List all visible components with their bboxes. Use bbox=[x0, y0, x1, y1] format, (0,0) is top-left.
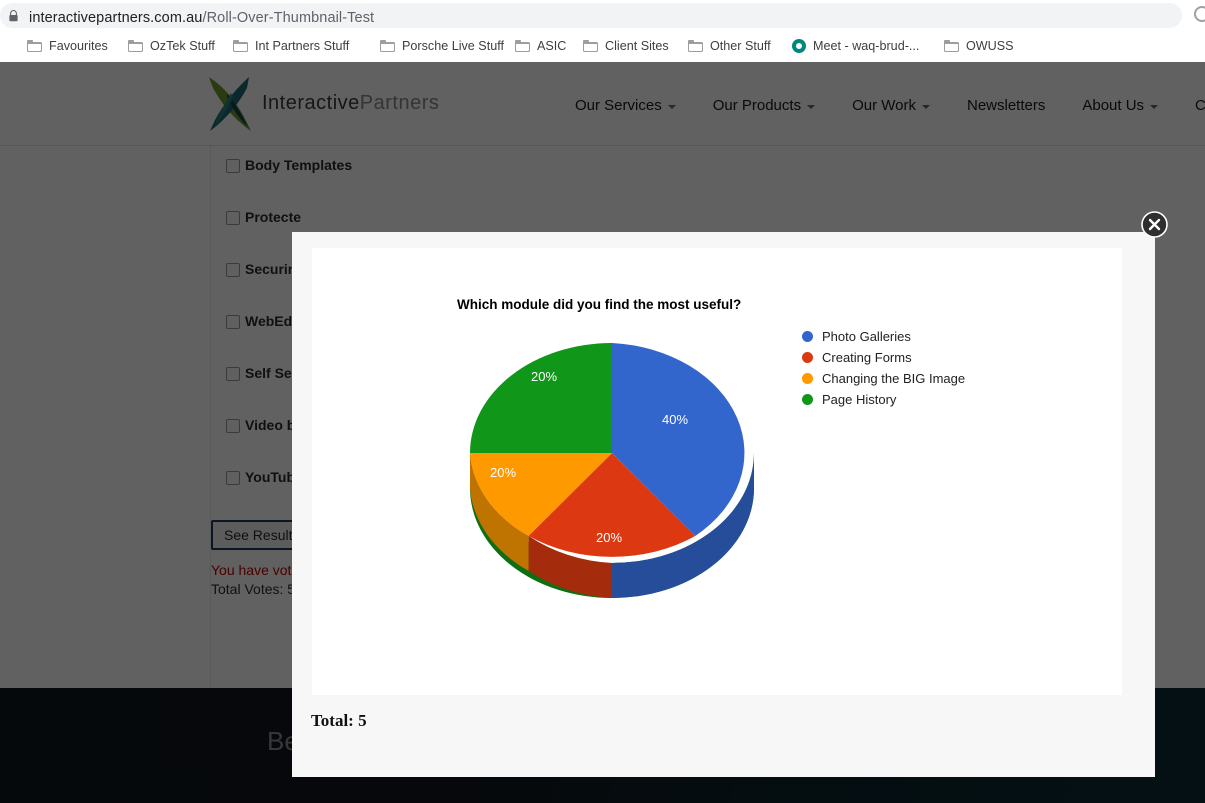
bookmark-label: Client Sites bbox=[605, 39, 669, 53]
legend-color-swatch bbox=[802, 331, 813, 342]
bookmark-label: Meet - waq-brud-... bbox=[813, 39, 919, 53]
bookmark-label: ASIC bbox=[537, 39, 566, 53]
address-bar[interactable]: interactivepartners.com.au/Roll-Over-Thu… bbox=[0, 3, 1182, 28]
bookmark-item-favourites[interactable]: Favourites bbox=[27, 30, 108, 62]
folder-icon bbox=[380, 40, 395, 52]
bookmark-label: Favourites bbox=[49, 39, 108, 53]
bookmark-label: Other Stuff bbox=[710, 39, 771, 53]
browser-chrome: interactivepartners.com.au/Roll-Over-Thu… bbox=[0, 0, 1205, 62]
pie-label-changing-big-image: 20% bbox=[490, 465, 516, 480]
bookmark-item-owuss[interactable]: OWUSS bbox=[944, 30, 1014, 62]
bookmark-item-meet[interactable]: Meet - waq-brud-... bbox=[792, 30, 919, 62]
pie-label-page-history: 20% bbox=[531, 369, 557, 384]
bookmark-label: Porsche Live Stuff bbox=[402, 39, 504, 53]
chart-panel: Which module did you find the most usefu… bbox=[312, 248, 1122, 695]
bookmark-item-oztek-stuff[interactable]: OzTek Stuff bbox=[128, 30, 215, 62]
bookmark-label: OWUSS bbox=[966, 39, 1014, 53]
pie-label-creating-forms: 20% bbox=[596, 530, 622, 545]
chart-modal: Which module did you find the most usefu… bbox=[292, 232, 1155, 777]
folder-icon bbox=[128, 40, 143, 52]
folder-icon bbox=[944, 40, 959, 52]
modal-total-label: Total: 5 bbox=[311, 711, 367, 731]
legend-label: Creating Forms bbox=[822, 350, 912, 365]
legend-color-swatch bbox=[802, 352, 813, 363]
close-icon[interactable] bbox=[1141, 211, 1168, 238]
bookmark-item-asic[interactable]: ASIC bbox=[515, 30, 566, 62]
chart-title: Which module did you find the most usefu… bbox=[457, 297, 741, 312]
legend-item-creating-forms[interactable]: Creating Forms bbox=[802, 347, 965, 368]
legend-label: Photo Galleries bbox=[822, 329, 911, 344]
url-path: /Roll-Over-Thumbnail-Test bbox=[202, 10, 374, 26]
legend-label: Changing the BIG Image bbox=[822, 371, 965, 386]
bookmark-label: OzTek Stuff bbox=[150, 39, 215, 53]
bookmark-label: Int Partners Stuff bbox=[255, 39, 349, 53]
bookmarks-bar: ve Favourites OzTek Stuff Int Partners S… bbox=[0, 30, 1205, 62]
legend-item-photo-galleries[interactable]: Photo Galleries bbox=[802, 326, 965, 347]
folder-icon bbox=[515, 40, 530, 52]
bookmark-item-int-partners-stuff[interactable]: Int Partners Stuff bbox=[233, 30, 349, 62]
chart-legend: Photo Galleries Creating Forms Changing … bbox=[802, 326, 965, 410]
pie-chart: 40% 20% 20% 20% bbox=[462, 333, 762, 603]
bookmark-item-client-sites[interactable]: Client Sites bbox=[583, 30, 669, 62]
bookmark-item-porsche-live-stuff[interactable]: Porsche Live Stuff bbox=[380, 30, 504, 62]
folder-icon bbox=[27, 40, 42, 52]
url-text: interactivepartners.com.au/Roll-Over-Thu… bbox=[29, 8, 374, 28]
pie-slice-page-history[interactable] bbox=[470, 343, 612, 453]
folder-icon bbox=[583, 40, 598, 52]
profile-icon[interactable] bbox=[1194, 6, 1205, 22]
legend-color-swatch bbox=[802, 394, 813, 405]
legend-color-swatch bbox=[802, 373, 813, 384]
folder-icon bbox=[233, 40, 248, 52]
omnibox-row: interactivepartners.com.au/Roll-Over-Thu… bbox=[0, 0, 1205, 30]
folder-icon bbox=[688, 40, 703, 52]
url-domain: interactivepartners.com.au bbox=[29, 10, 202, 26]
lock-icon bbox=[8, 10, 19, 22]
bookmark-item-other-stuff[interactable]: Other Stuff bbox=[688, 30, 771, 62]
google-meet-icon bbox=[792, 39, 806, 53]
legend-item-changing-big-image[interactable]: Changing the BIG Image bbox=[802, 368, 965, 389]
legend-label: Page History bbox=[822, 392, 896, 407]
legend-item-page-history[interactable]: Page History bbox=[802, 389, 965, 410]
pie-label-photo-galleries: 40% bbox=[662, 412, 688, 427]
